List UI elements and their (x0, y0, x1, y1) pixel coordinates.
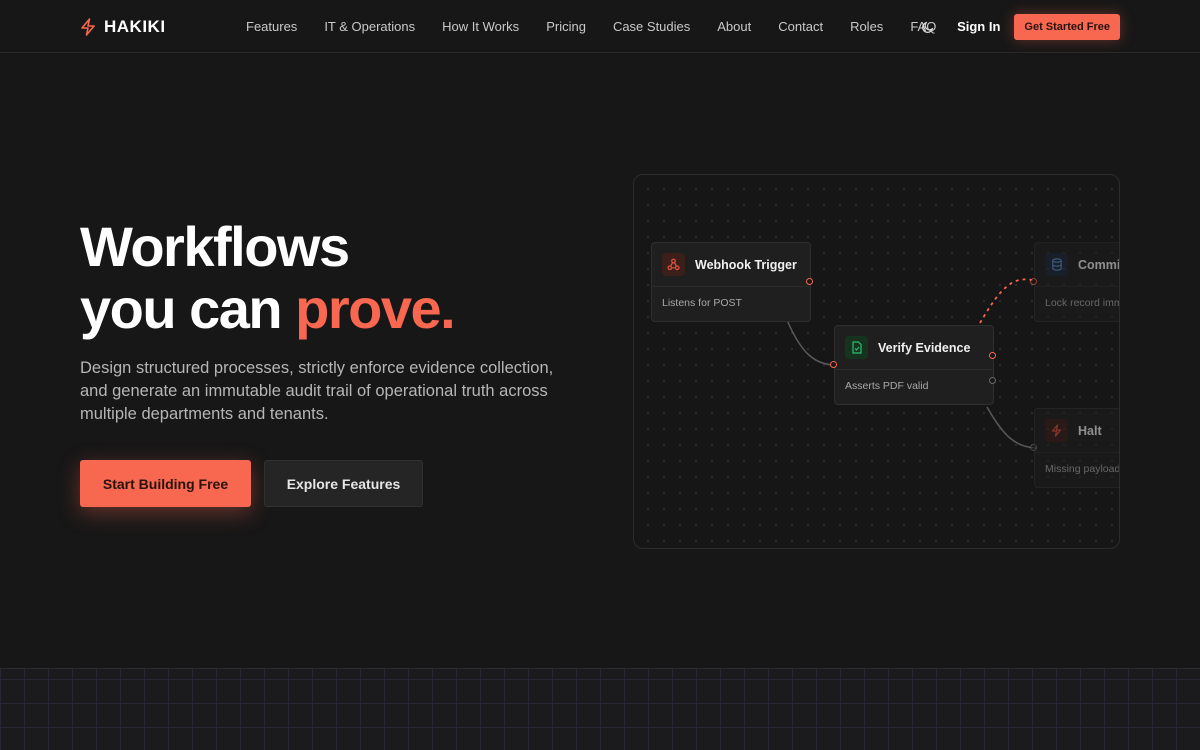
nav-link-roles[interactable]: Roles (850, 19, 883, 34)
node-title: Halt (1078, 423, 1102, 438)
nav-link-it-operations[interactable]: IT & Operations (324, 19, 415, 34)
node-webhook-trigger[interactable]: Webhook Trigger Listens for POST (651, 242, 813, 322)
sign-in-link[interactable]: Sign In (957, 19, 1000, 34)
explore-features-button[interactable]: Explore Features (264, 460, 423, 507)
webhook-icon (662, 253, 685, 276)
node-verify-evidence[interactable]: Verify Evidence Asserts PDF valid (830, 325, 996, 405)
hero-title-line1: Workflows (80, 215, 350, 278)
hero-title-line2: you can (80, 277, 296, 340)
input-port[interactable] (1030, 278, 1037, 285)
hero-subtitle: Design structured processes, strictly en… (80, 359, 554, 423)
workflow-canvas[interactable]: Webhook Trigger Listens for POST Verify … (633, 174, 1120, 549)
nav-link-pricing[interactable]: Pricing (546, 19, 586, 34)
lightning-icon (81, 18, 95, 36)
brand-logo[interactable]: HAKIKI (80, 16, 166, 38)
node-halt[interactable]: Halt Missing payload (1030, 408, 1120, 488)
hero-title-accent: prove. (295, 277, 456, 340)
node-description: Asserts PDF valid (845, 380, 929, 392)
edge-webhook-to-verify (786, 319, 837, 366)
node-description: Listens for POST (662, 297, 742, 309)
section-divider-grid (0, 668, 1200, 750)
node-title: Verify Evidence (878, 340, 971, 355)
file-check-icon (845, 336, 868, 359)
nav-link-contact[interactable]: Contact (778, 19, 823, 34)
get-started-button[interactable]: Get Started Free (1014, 13, 1120, 40)
node-description: Missing payload (1045, 463, 1120, 475)
nav-link-about[interactable]: About (717, 19, 751, 34)
start-building-button[interactable]: Start Building Free (80, 460, 251, 507)
node-commit[interactable]: Commit Lock record imm (1030, 242, 1120, 322)
output-port-failure[interactable] (989, 377, 996, 384)
output-port[interactable] (806, 278, 813, 285)
nav-actions: Sign In Get Started Free (921, 0, 1120, 53)
database-icon (1045, 253, 1068, 276)
edge-verify-to-halt (986, 406, 1037, 449)
node-title: Commit (1078, 257, 1120, 272)
edge-verify-to-commit (979, 278, 1037, 324)
output-port-success[interactable] (989, 352, 996, 359)
input-port[interactable] (1030, 444, 1037, 451)
node-description: Lock record imm (1045, 297, 1120, 309)
nav-link-features[interactable]: Features (246, 19, 297, 34)
nav-links: Features IT & Operations How It Works Pr… (246, 0, 963, 53)
node-title: Webhook Trigger (695, 257, 797, 272)
hero-title: Workflows you can prove. (80, 215, 456, 340)
brand-name: HAKIKI (104, 17, 166, 36)
top-nav: HAKIKI Features IT & Operations How It W… (0, 0, 1200, 53)
input-port[interactable] (830, 361, 837, 368)
lightning-icon (1045, 419, 1068, 442)
nav-link-case-studies[interactable]: Case Studies (613, 19, 690, 34)
nav-link-how-it-works[interactable]: How It Works (442, 19, 519, 34)
moon-icon[interactable] (921, 20, 935, 34)
